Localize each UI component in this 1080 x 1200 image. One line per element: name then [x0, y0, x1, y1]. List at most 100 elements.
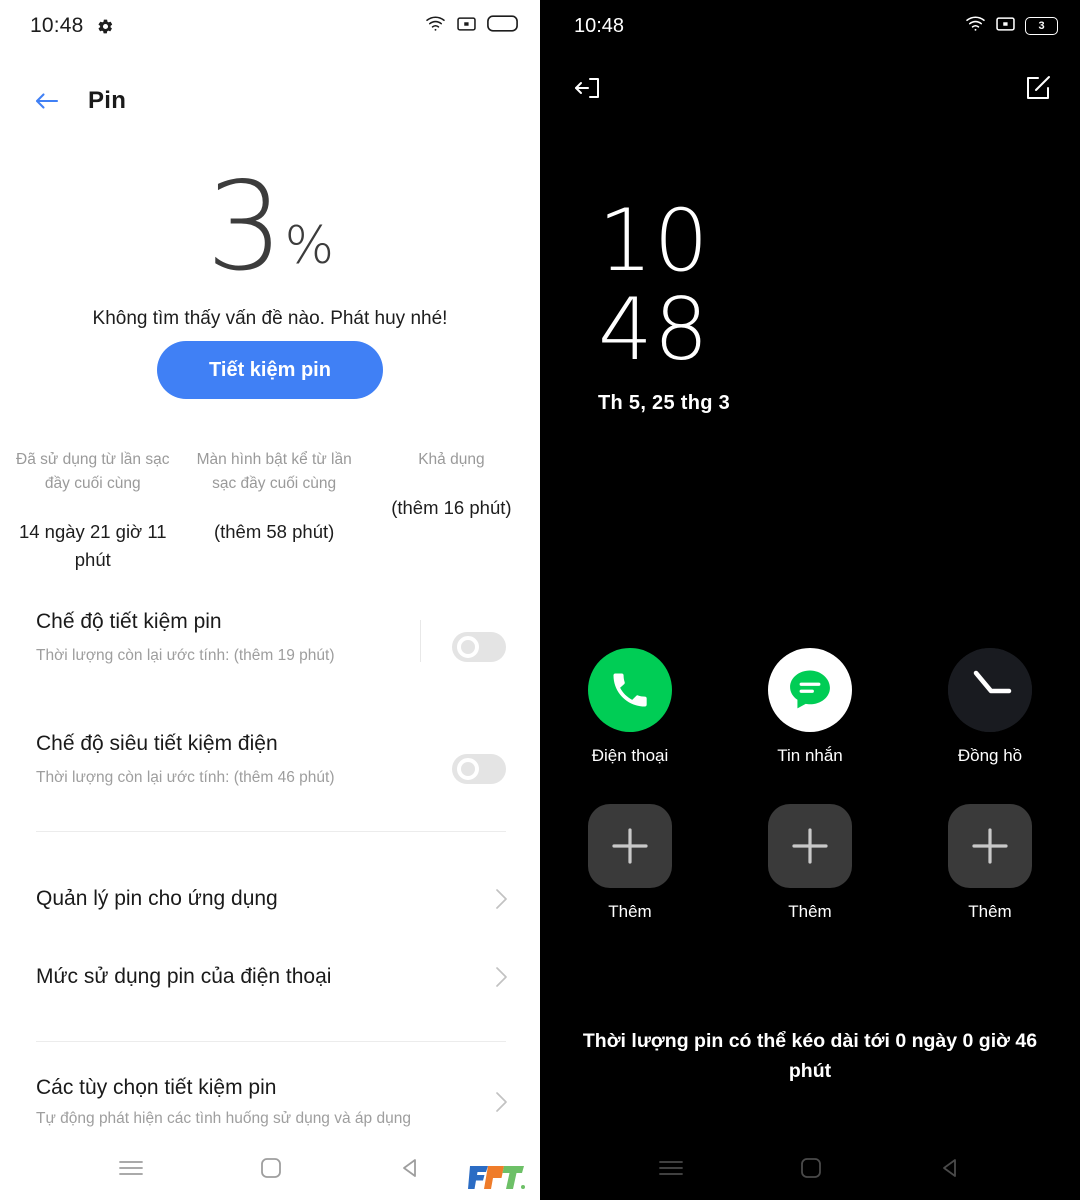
- stat-column: Màn hình bật kể từ lần sạc đầy cuối cùng…: [186, 448, 363, 574]
- status-bar-time: 10:48: [574, 14, 625, 37]
- android-navigation-bar-right: [540, 1140, 1080, 1200]
- app-bar: Pin: [0, 74, 540, 128]
- list-item-subtitle: Tự động phát hiện các tình huống sử dụng…: [36, 1109, 411, 1127]
- app-label: Tin nhắn: [777, 746, 843, 765]
- screen-record-icon: [457, 16, 476, 37]
- stat-label: Khả dụng: [418, 451, 485, 468]
- status-bar-time: 10:48: [30, 14, 84, 37]
- status-bar-icons: 3: [965, 15, 1058, 37]
- list-item-app-battery-management[interactable]: Quản lý pin cho ứng dụng: [0, 876, 540, 922]
- lock-screen: 10:48 3 10 48 Th 5, 25 thg 3 Điện thoại …: [540, 0, 1080, 1200]
- battery-duration-note: Thời lượng pin có thể kéo dài tới 0 ngày…: [582, 1030, 1038, 1083]
- divider: [36, 831, 506, 832]
- clock-hours: 10: [598, 191, 710, 291]
- apps-row: Điện thoại Tin nhắn Đồng hồ: [540, 648, 1080, 766]
- setting-title: Chế độ siêu tiết kiệm điện: [36, 732, 278, 755]
- clock-minutes: 48: [598, 280, 710, 381]
- fpt-watermark-logo: [468, 1162, 526, 1192]
- setting-subtitle: Thời lượng còn lại ước tính: (thêm 46 ph…: [36, 769, 335, 787]
- setting-row-super-power-saving[interactable]: Chế độ siêu tiết kiệm điện Thời lượng cò…: [0, 730, 540, 790]
- clock-date: Th 5, 25 thg 3: [598, 392, 731, 415]
- gear-icon: [97, 18, 114, 35]
- stat-label: Màn hình bật kể từ lần sạc đầy cuối cùng: [196, 451, 352, 493]
- setting-row-power-saving[interactable]: Chế độ tiết kiệm pin Thời lượng còn lại …: [0, 608, 540, 668]
- stat-value: 14 ngày 21 giờ 11 phút: [18, 521, 167, 570]
- app-shortcut-add-2[interactable]: Thêm: [720, 804, 900, 922]
- percent-symbol: %: [284, 216, 335, 276]
- phone-icon: [588, 648, 672, 732]
- chevron-right-icon: [490, 1091, 512, 1113]
- setting-title: Chế độ tiết kiệm pin: [36, 610, 222, 633]
- setting-text: Chế độ tiết kiệm pin Thời lượng còn lại …: [36, 608, 414, 668]
- stat-column: Khả dụng (thêm 16 phút): [363, 448, 540, 574]
- wifi-icon: [965, 15, 986, 37]
- battery-stats-row: Đã sử dụng từ lần sạc đầy cuối cùng 14 n…: [0, 448, 540, 574]
- divider: [36, 1041, 506, 1042]
- app-shortcut-clock[interactable]: Đồng hồ: [900, 648, 1080, 766]
- toggle-super-power-saving[interactable]: [452, 754, 506, 784]
- list-item-title: Quản lý pin cho ứng dụng: [36, 887, 278, 911]
- android-navigation-bar-left: [0, 1140, 540, 1200]
- app-label: Thêm: [968, 902, 1012, 921]
- status-bar-left: 10:48: [0, 0, 540, 52]
- chevron-right-icon: [490, 966, 512, 988]
- list-item-title: Mức sử dụng pin của điện thoại: [36, 965, 332, 989]
- setting-subtitle: Thời lượng còn lại ước tính: (thêm 19 ph…: [36, 647, 335, 665]
- setting-text: Chế độ siêu tiết kiệm điện Thời lượng cò…: [36, 730, 414, 790]
- battery-icon: [487, 15, 518, 37]
- app-shortcut-messages[interactable]: Tin nhắn: [720, 648, 900, 766]
- app-label: Điện thoại: [591, 746, 669, 765]
- status-bar-right: 10:48 3: [540, 0, 1080, 52]
- save-battery-button[interactable]: Tiết kiệm pin: [157, 341, 383, 399]
- toggle-knob: [457, 636, 479, 658]
- lock-screen-clock: 10 48 Th 5, 25 thg 3: [598, 191, 731, 415]
- battery-icon: 3: [1025, 17, 1058, 35]
- battery-percent-display: 3 %: [0, 166, 540, 288]
- nav-text: Quản lý pin cho ứng dụng: [36, 885, 490, 912]
- stat-label: Đã sử dụng từ lần sạc đầy cuối cùng: [16, 451, 170, 493]
- menu-icon[interactable]: [658, 1158, 684, 1183]
- battery-settings-screen: 10:48 Pin 3 % Không tìm thấy vấn đề nào.…: [0, 0, 540, 1200]
- dual-screenshot-stage: 10:48 Pin 3 % Không tìm thấy vấn đề nào.…: [0, 0, 1080, 1200]
- app-shortcut-phone[interactable]: Điện thoại: [540, 648, 720, 766]
- battery-status-message: Không tìm thấy vấn đề nào. Phát huy nhé!: [92, 308, 448, 329]
- menu-icon[interactable]: [118, 1158, 144, 1183]
- clock-icon: [948, 648, 1032, 732]
- stat-value: (thêm 58 phút): [213, 521, 335, 543]
- toggle-power-saving[interactable]: [452, 632, 506, 662]
- chevron-right-icon: [490, 888, 512, 910]
- app-label: Đồng hồ: [957, 746, 1023, 765]
- status-bar-icons: [425, 15, 518, 37]
- lock-screen-apps-grid: Điện thoại Tin nhắn Đồng hồ Thêm Thêm Th…: [540, 648, 1080, 922]
- back-icon[interactable]: [398, 1156, 422, 1185]
- toggle-cell: [414, 730, 506, 784]
- app-label: Thêm: [608, 902, 652, 921]
- app-label: Thêm: [788, 902, 832, 921]
- nav-text: Các tùy chọn tiết kiệm pin Tự động phát …: [36, 1074, 490, 1129]
- plus-icon: [768, 804, 852, 888]
- home-icon[interactable]: [259, 1156, 283, 1185]
- exit-icon[interactable]: [572, 73, 602, 108]
- back-arrow-icon[interactable]: [32, 86, 62, 116]
- home-icon[interactable]: [799, 1156, 823, 1185]
- lock-screen-topbar: [540, 68, 1080, 112]
- back-icon[interactable]: [938, 1156, 962, 1185]
- app-shortcut-add-3[interactable]: Thêm: [900, 804, 1080, 922]
- wifi-icon: [425, 15, 446, 37]
- toggle-cell: [414, 608, 506, 662]
- apps-row: Thêm Thêm Thêm: [540, 804, 1080, 922]
- plus-icon: [588, 804, 672, 888]
- page-title: Pin: [88, 87, 127, 114]
- edit-icon[interactable]: [1024, 74, 1052, 107]
- stat-value: (thêm 16 phút): [391, 497, 512, 519]
- screen-record-icon: [996, 16, 1015, 37]
- battery-percent-value: 3: [205, 156, 284, 298]
- list-item-title: Các tùy chọn tiết kiệm pin: [36, 1076, 277, 1100]
- list-item-battery-saving-options[interactable]: Các tùy chọn tiết kiệm pin Tự động phát …: [0, 1066, 540, 1138]
- toggle-knob: [457, 758, 479, 780]
- message-icon: [768, 648, 852, 732]
- app-shortcut-add-1[interactable]: Thêm: [540, 804, 720, 922]
- plus-icon: [948, 804, 1032, 888]
- nav-text: Mức sử dụng pin của điện thoại: [36, 963, 490, 990]
- list-item-phone-battery-usage[interactable]: Mức sử dụng pin của điện thoại: [0, 954, 540, 1000]
